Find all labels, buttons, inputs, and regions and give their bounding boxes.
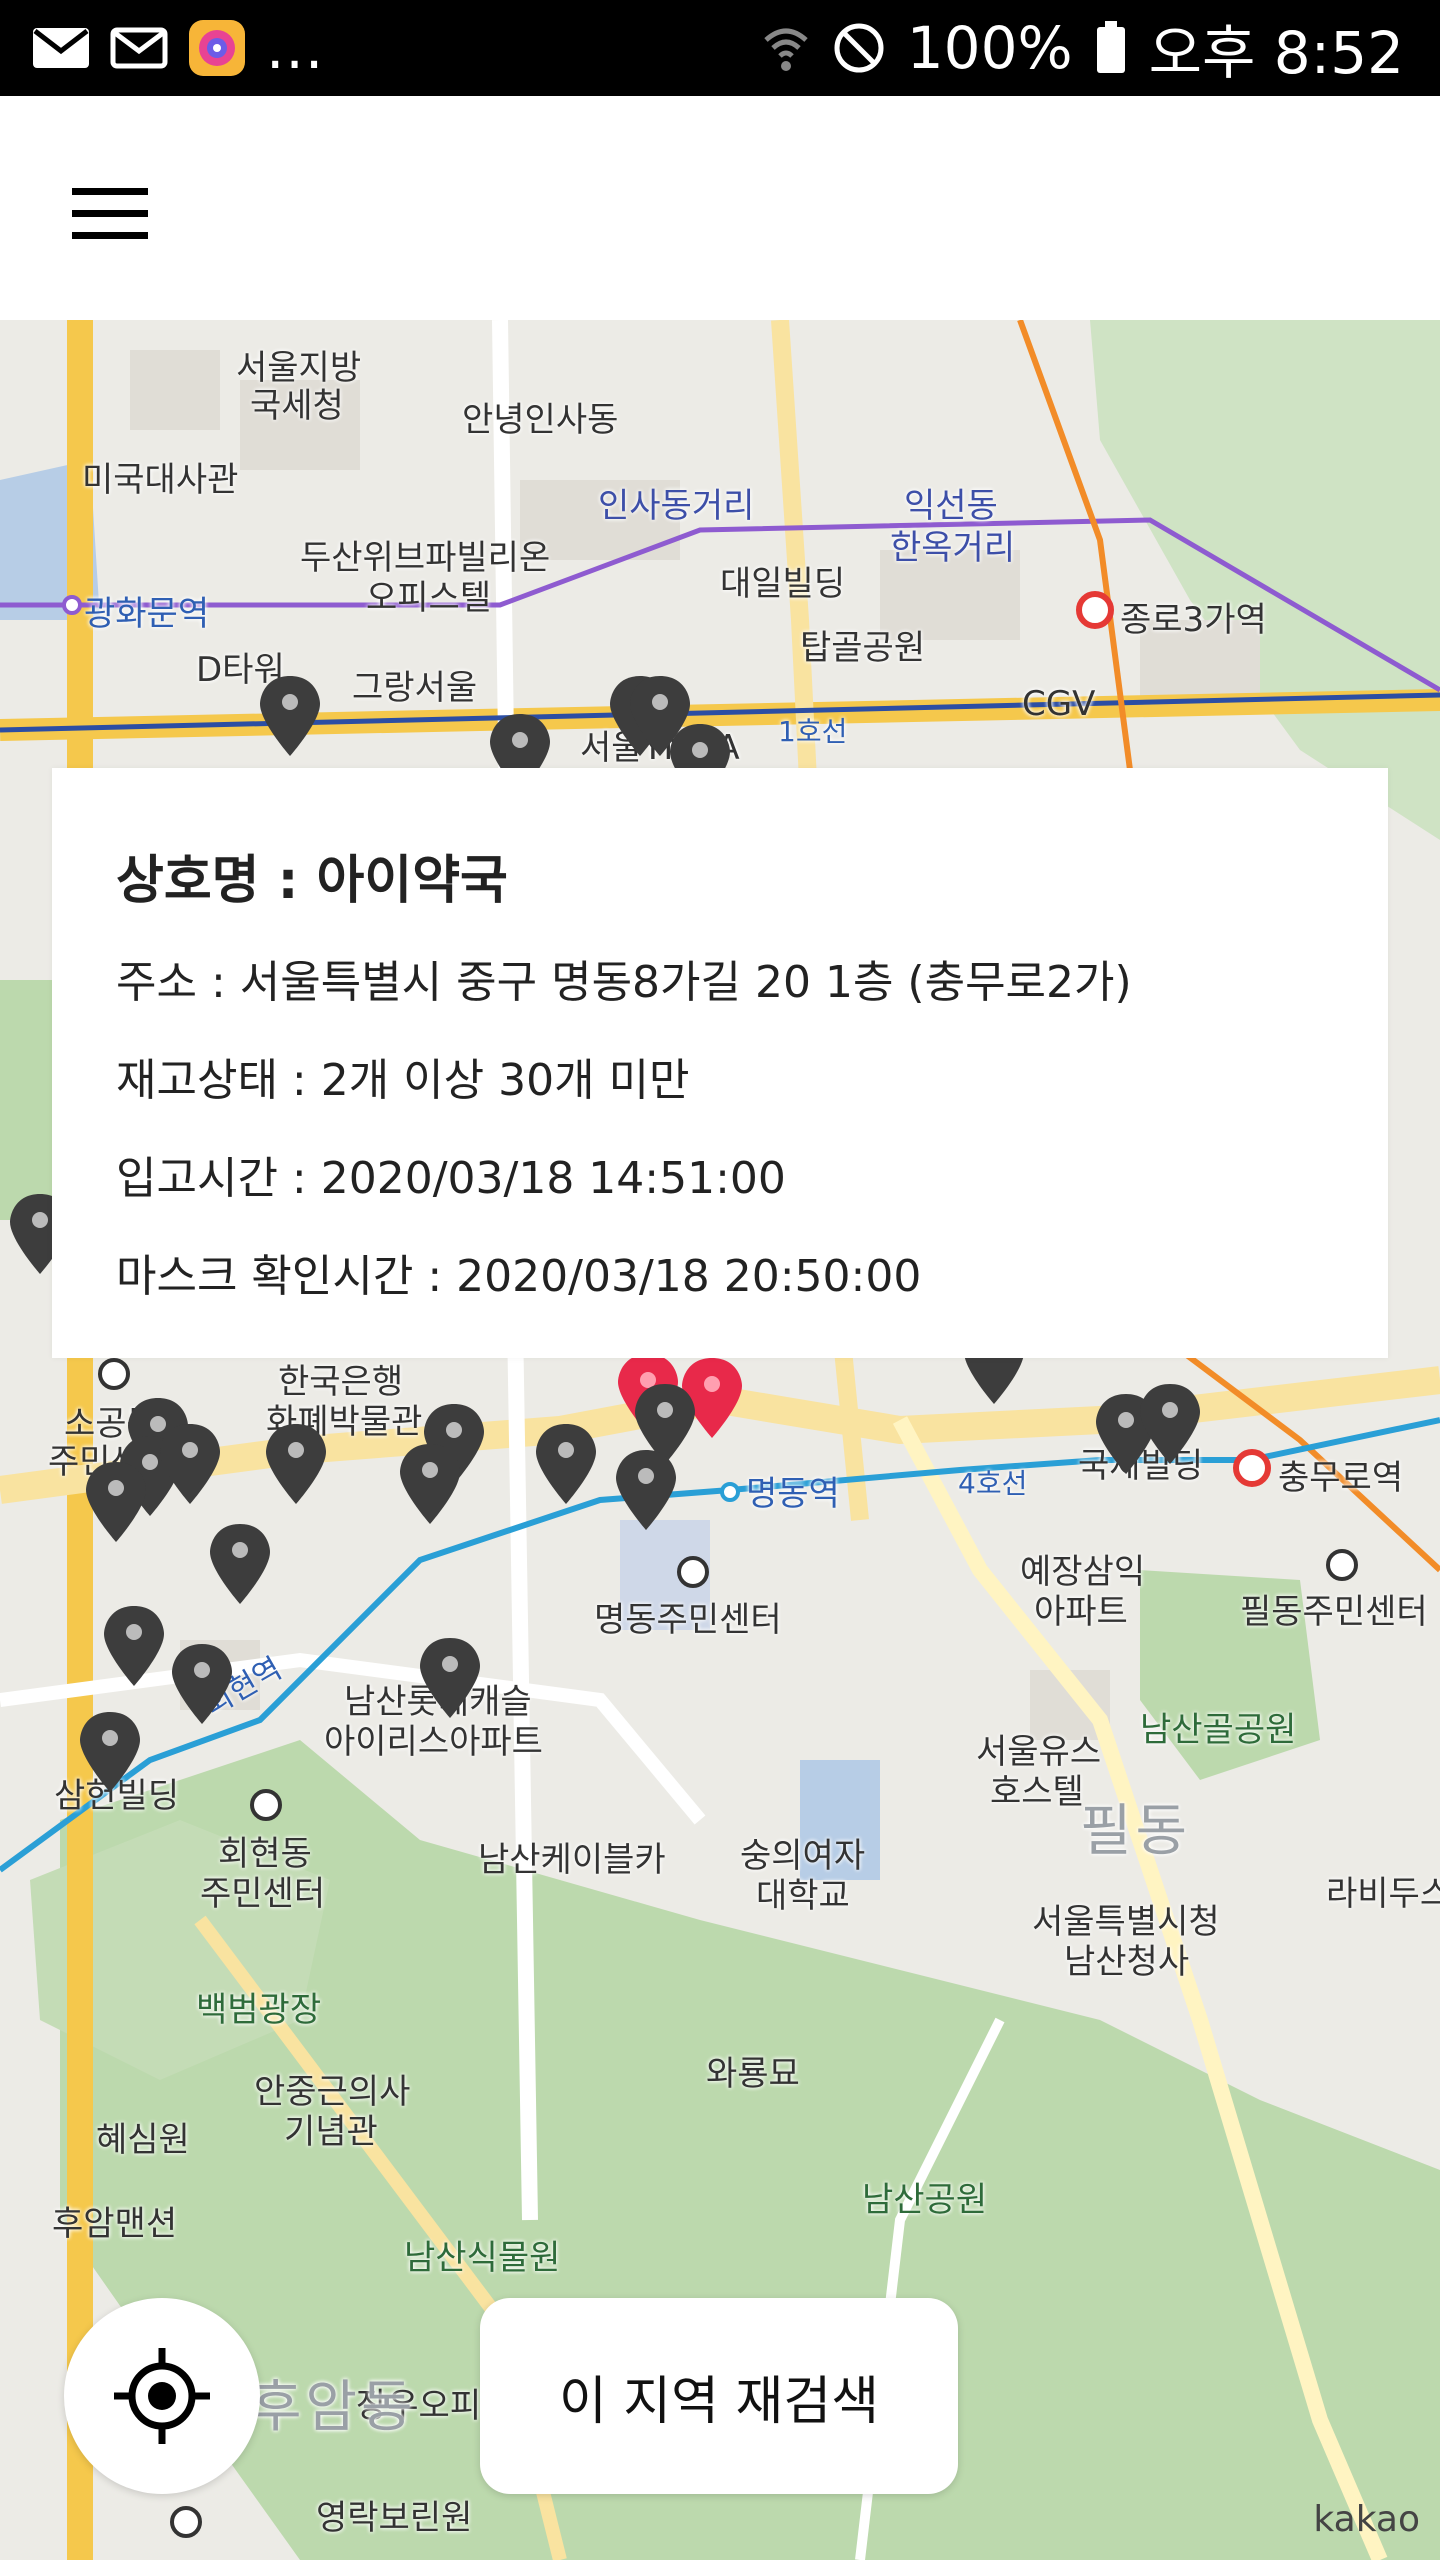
status-bar: ... 100% 오후 8:52 [0, 0, 1440, 96]
clock: 오후 8:52 [1148, 19, 1404, 87]
menu-button[interactable] [58, 170, 168, 260]
store-address: 주소 : 서울특별시 중구 명동8가길 20 1층 (충무로2가) [116, 957, 1132, 1008]
pharmacy-info-card[interactable]: 상호명 : 아이약국 주소 : 서울특별시 중구 명동8가길 20 1층 (충무… [52, 768, 1388, 1358]
map-marker[interactable] [1140, 1384, 1200, 1464]
checked-time: 마스크 확인시간 : 2020/03/18 20:50:00 [116, 1251, 922, 1302]
map-marker[interactable] [400, 1444, 460, 1524]
stocked-time: 입고시간 : 2020/03/18 14:51:00 [116, 1153, 786, 1204]
status-overflow: ... [266, 14, 325, 82]
map-marker[interactable] [86, 1462, 146, 1542]
app-bar [0, 96, 1440, 320]
marker-layer [10, 676, 1200, 1792]
map-marker[interactable] [160, 1424, 220, 1504]
my-location-icon [114, 2348, 210, 2444]
map-marker[interactable] [172, 1644, 232, 1724]
wifi-icon [764, 28, 808, 71]
map-marker[interactable] [616, 1450, 676, 1530]
mail-icon [33, 28, 89, 68]
battery-icon [1096, 21, 1125, 73]
map-marker[interactable] [536, 1424, 596, 1504]
map-attribution: kakao [1313, 2499, 1420, 2540]
stock-status: 재고상태 : 2개 이상 30개 미만 [116, 1055, 690, 1106]
research-area-button[interactable]: 이 지역 재검색 [480, 2298, 958, 2494]
map-marker[interactable] [266, 1424, 326, 1504]
map-marker[interactable] [420, 1638, 480, 1718]
hamburger-menu-icon [72, 188, 148, 239]
map-marker[interactable] [260, 676, 320, 756]
battery-percent: 100% [906, 14, 1073, 82]
map-marker[interactable] [210, 1524, 270, 1604]
my-location-button[interactable] [64, 2298, 260, 2494]
do-not-disturb-icon [834, 23, 884, 73]
mail-outline-icon [110, 27, 168, 69]
map-marker[interactable] [104, 1606, 164, 1686]
map-view[interactable]: 서울지방 국세청 안녕인사동 미국대사관 인사동거리 익선동 한옥거리 두산위브… [0, 320, 1440, 2560]
camera-app-icon [189, 20, 245, 76]
store-name: 상호명 : 아이약국 [116, 851, 508, 911]
map-marker[interactable] [80, 1712, 140, 1792]
